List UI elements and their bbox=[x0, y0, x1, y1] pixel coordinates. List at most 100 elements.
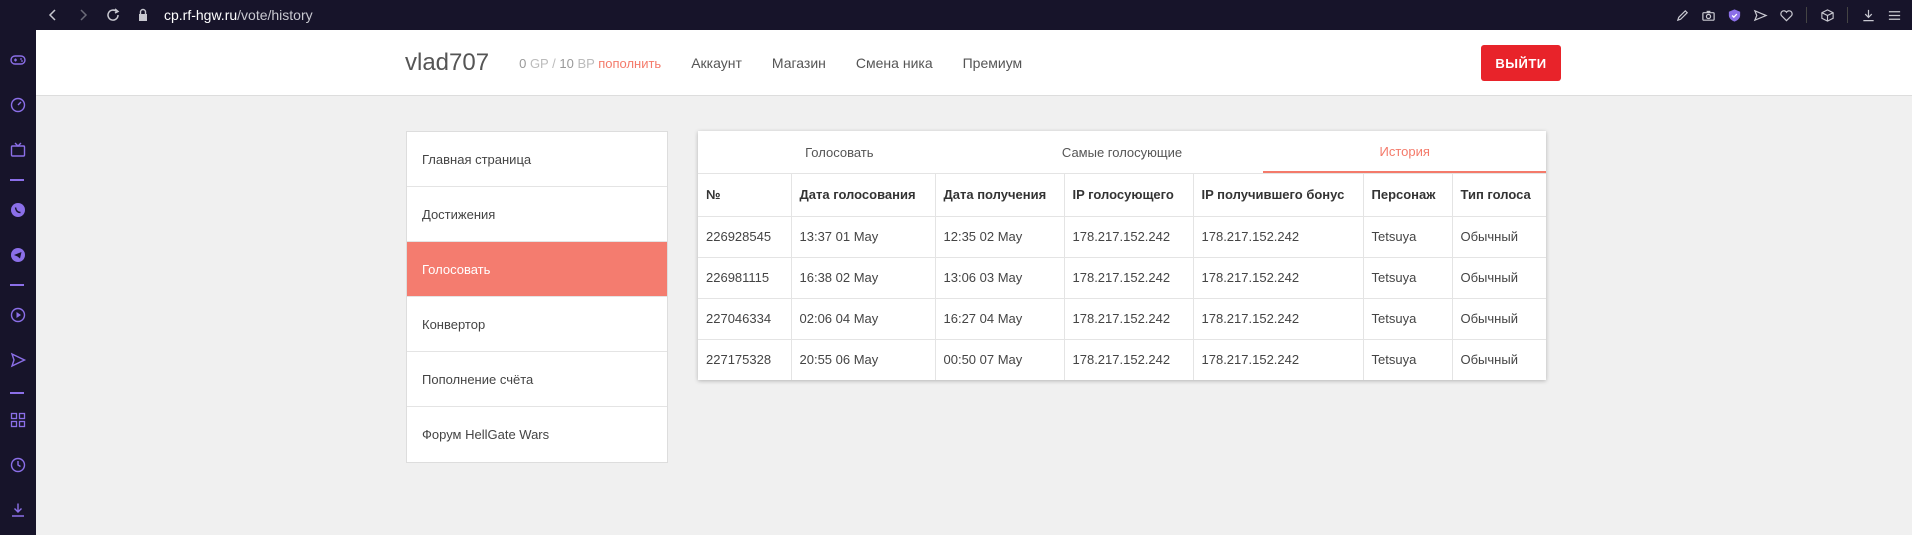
send-button[interactable] bbox=[1750, 5, 1770, 25]
menu-button[interactable] bbox=[1884, 5, 1904, 25]
grid-icon bbox=[10, 412, 26, 428]
cell-character: Tetsuya bbox=[1363, 298, 1453, 340]
send-icon bbox=[1753, 9, 1768, 21]
col-bonus-ip: IP получившего бонус bbox=[1193, 174, 1364, 217]
play-circle-icon bbox=[10, 307, 26, 323]
cell-bonus-ip: 178.217.152.242 bbox=[1193, 216, 1364, 258]
cell-vote-date: 16:38 02 May bbox=[791, 257, 936, 299]
table-row: 226981115 16:38 02 May 13:06 03 May 178.… bbox=[698, 257, 1546, 299]
chevron-right-icon bbox=[80, 9, 88, 21]
shield-icon bbox=[1728, 8, 1740, 22]
heart-icon bbox=[1779, 9, 1793, 22]
download-icon bbox=[12, 503, 24, 517]
side-menu: Главная страница Достижения Голосовать К… bbox=[406, 131, 668, 463]
menu-item-achievements[interactable]: Достижения bbox=[407, 187, 667, 242]
cell-bonus-ip: 178.217.152.242 bbox=[1193, 257, 1364, 299]
sidebar-telegram-button[interactable] bbox=[4, 241, 32, 269]
telegram-icon bbox=[11, 248, 25, 262]
menu-lines-icon bbox=[1888, 10, 1900, 20]
chevron-left-icon bbox=[48, 9, 56, 21]
tab-history[interactable]: История bbox=[1263, 131, 1547, 173]
cell-receive-date: 16:27 04 May bbox=[935, 298, 1065, 340]
cell-bonus-ip: 178.217.152.242 bbox=[1193, 339, 1364, 380]
vpn-button[interactable] bbox=[1724, 5, 1744, 25]
cell-vote-date: 13:37 01 May bbox=[791, 216, 936, 258]
pencil-icon bbox=[1676, 9, 1688, 21]
bp-unit: BP bbox=[577, 55, 595, 71]
cell-character: Tetsuya bbox=[1363, 216, 1453, 258]
cell-character: Tetsuya bbox=[1363, 339, 1453, 380]
history-table: № Дата голосования Дата получения IP гол… bbox=[698, 174, 1546, 380]
forward-button[interactable] bbox=[68, 0, 98, 30]
sidebar-whatsapp-button[interactable] bbox=[4, 196, 32, 224]
table-row: 227175328 20:55 06 May 00:50 07 May 178.… bbox=[698, 339, 1546, 380]
menu-item-forum[interactable]: Форум HellGate Wars bbox=[407, 407, 667, 462]
menu-item-home[interactable]: Главная страница bbox=[407, 132, 667, 187]
menu-item-topup[interactable]: Пополнение счёта bbox=[407, 352, 667, 407]
sidebar-history-button[interactable] bbox=[4, 451, 32, 479]
reload-button[interactable] bbox=[98, 0, 128, 30]
sidebar-gaming-button[interactable] bbox=[4, 46, 32, 74]
extensions-button[interactable] bbox=[1817, 5, 1837, 25]
whatsapp-icon bbox=[11, 203, 25, 217]
cell-vote-type: Обычный bbox=[1452, 298, 1546, 340]
gp-unit: GP bbox=[529, 55, 549, 71]
browser-toolbar: cp.rf-hgw.ru/vote/history bbox=[0, 0, 1912, 30]
balance: 0 GP / 10 BP пополнить bbox=[519, 56, 661, 71]
cell-vote-date: 20:55 06 May bbox=[791, 339, 936, 380]
col-voter-ip: IP голосующего bbox=[1064, 174, 1194, 217]
back-button[interactable] bbox=[38, 0, 68, 30]
bp-value: 10 bbox=[559, 55, 574, 71]
cell-character: Tetsuya bbox=[1363, 257, 1453, 299]
url-path: /vote/history bbox=[237, 7, 313, 23]
cell-receive-date: 00:50 07 May bbox=[935, 339, 1065, 380]
tab-top-voters[interactable]: Самые голосующие bbox=[981, 131, 1264, 173]
col-character: Персонаж bbox=[1363, 174, 1453, 217]
nav-account[interactable]: Аккаунт bbox=[691, 55, 742, 71]
menu-item-converter[interactable]: Конвертор bbox=[407, 297, 667, 352]
favorite-button[interactable] bbox=[1776, 5, 1796, 25]
col-vote-date: Дата голосования bbox=[791, 174, 936, 217]
sidebar-workspaces-button[interactable] bbox=[4, 406, 32, 434]
cell-voter-ip: 178.217.152.242 bbox=[1064, 257, 1194, 299]
clock-icon bbox=[10, 457, 26, 473]
cell-number: 227175328 bbox=[698, 339, 792, 380]
site-header: vlad707 0 GP / 10 BP пополнить Аккаунт М… bbox=[36, 30, 1912, 96]
url-host: cp.rf-hgw.ru bbox=[164, 7, 238, 23]
cell-vote-type: Обычный bbox=[1452, 257, 1546, 299]
downloads-button[interactable] bbox=[1858, 5, 1878, 25]
cell-voter-ip: 178.217.152.242 bbox=[1064, 339, 1194, 380]
menu-item-vote[interactable]: Голосовать bbox=[407, 242, 667, 297]
sidebar-send-button[interactable] bbox=[4, 346, 32, 374]
logout-button[interactable]: ВЫЙТИ bbox=[1481, 45, 1561, 81]
username: vlad707 bbox=[405, 49, 490, 76]
col-receive-date: Дата получения bbox=[935, 174, 1065, 217]
nav-change-nick[interactable]: Смена ника bbox=[856, 55, 933, 71]
snapshot-button[interactable] bbox=[1698, 5, 1718, 25]
gamepad-icon bbox=[10, 55, 26, 65]
gauge-icon bbox=[10, 97, 26, 113]
cell-receive-date: 12:35 02 May bbox=[935, 216, 1065, 258]
col-number: № bbox=[698, 174, 792, 217]
gp-value: 0 bbox=[519, 55, 527, 71]
sidebar-twitch-button[interactable] bbox=[4, 136, 32, 164]
cell-number: 226981115 bbox=[698, 257, 792, 299]
cell-number: 227046334 bbox=[698, 298, 792, 340]
topup-link[interactable]: пополнить bbox=[598, 56, 661, 71]
tab-bar: Голосовать Самые голосующие История bbox=[698, 131, 1547, 174]
sidebar-player-button[interactable] bbox=[4, 301, 32, 329]
tab-vote[interactable]: Голосовать bbox=[698, 131, 981, 173]
nav-shop[interactable]: Магазин bbox=[772, 55, 826, 71]
sidebar-downloads-button[interactable] bbox=[4, 496, 32, 524]
camera-icon bbox=[1701, 10, 1715, 21]
nav-premium[interactable]: Премиум bbox=[963, 55, 1023, 71]
table-row: 227046334 02:06 04 May 16:27 04 May 178.… bbox=[698, 298, 1546, 340]
address-bar[interactable]: cp.rf-hgw.ru/vote/history bbox=[136, 7, 313, 23]
col-vote-type: Тип голоса bbox=[1452, 174, 1546, 217]
sidebar-speed-button[interactable] bbox=[4, 91, 32, 119]
cell-voter-ip: 178.217.152.242 bbox=[1064, 298, 1194, 340]
cell-receive-date: 13:06 03 May bbox=[935, 257, 1065, 299]
edit-button[interactable] bbox=[1672, 5, 1692, 25]
download-icon bbox=[1862, 9, 1874, 21]
tv-icon bbox=[10, 142, 26, 157]
